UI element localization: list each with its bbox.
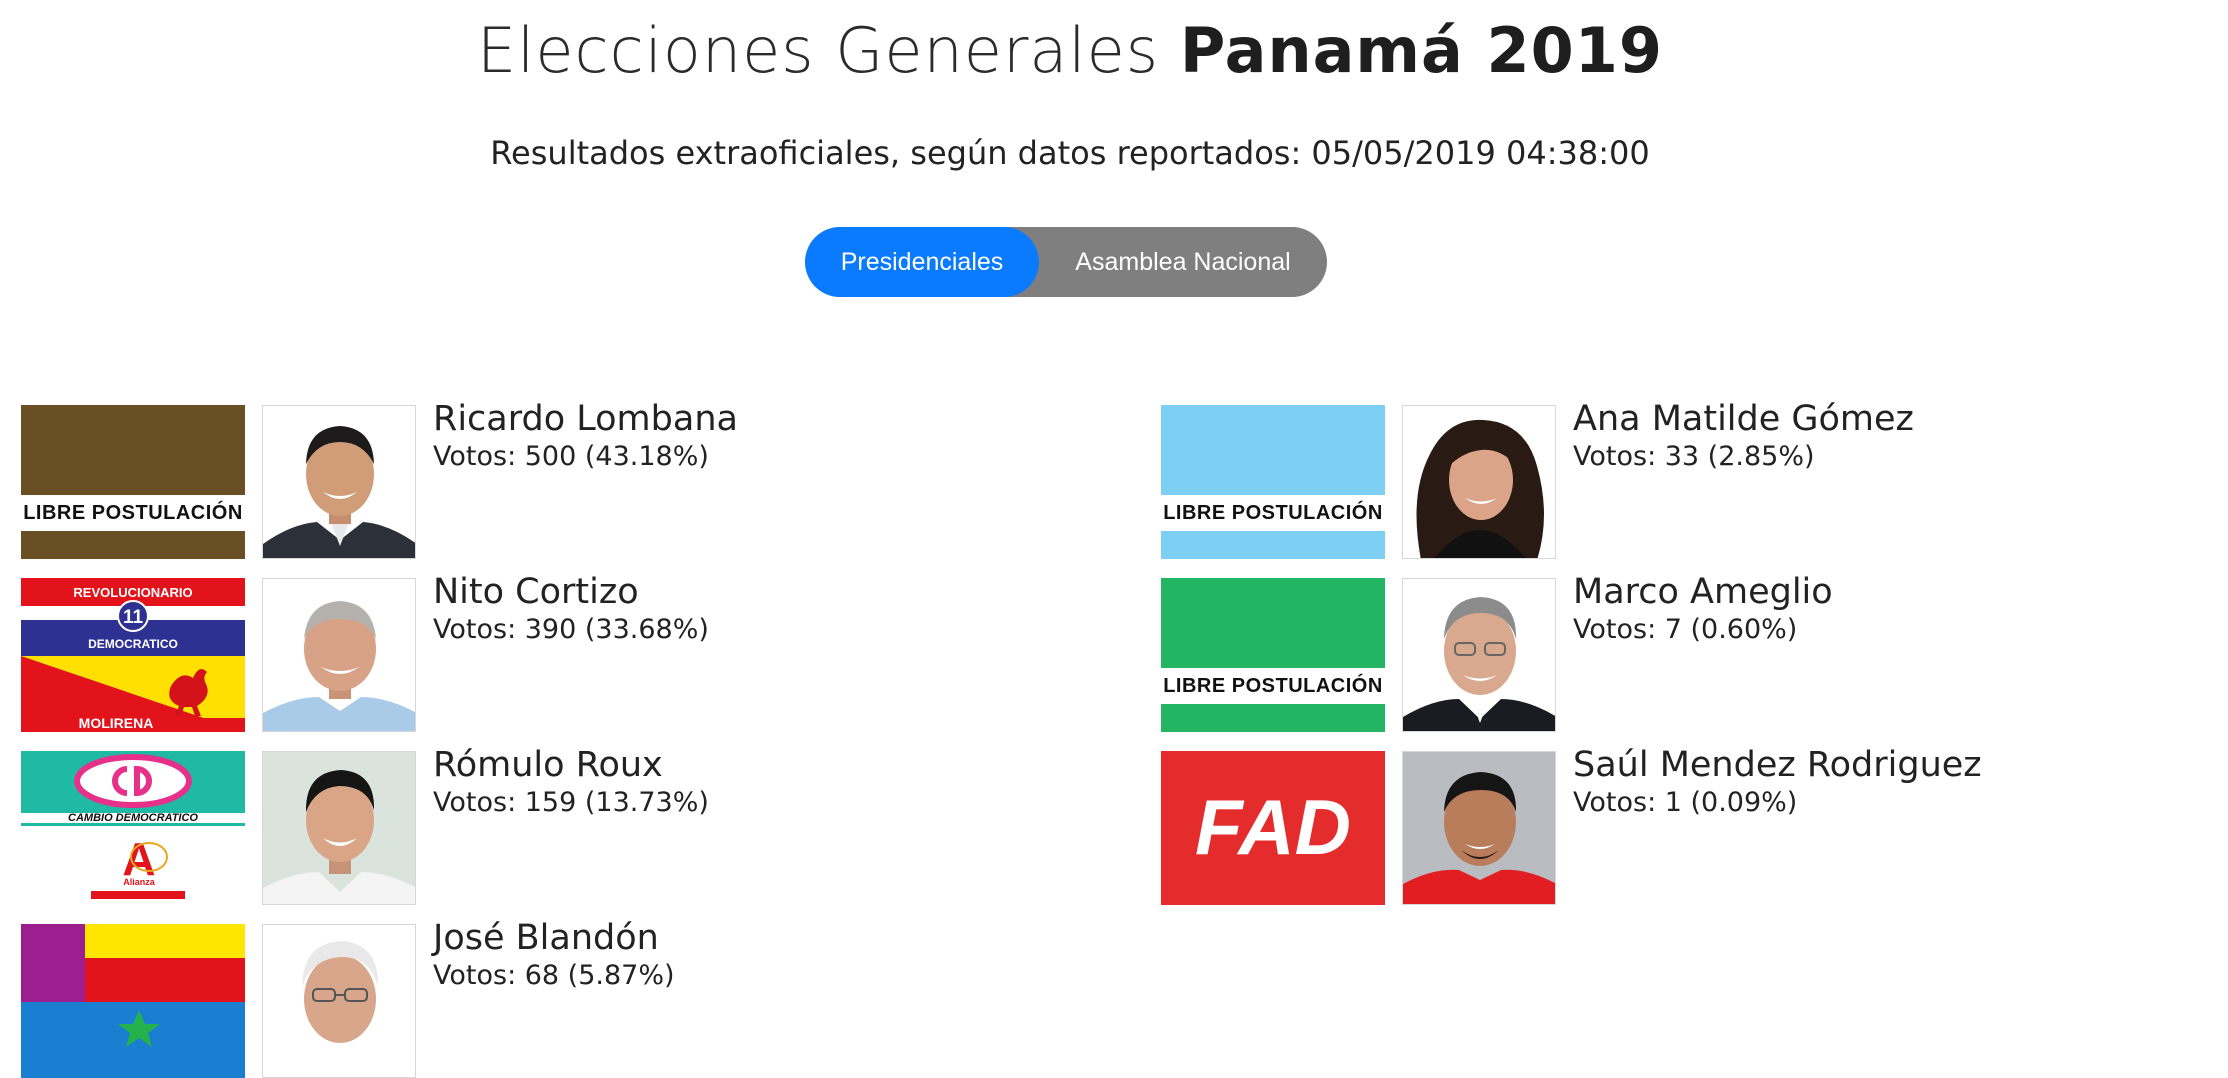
party-logo: FAD [1161, 751, 1385, 905]
party-logo-caption: CAMBIO DEMOCRATICO [68, 812, 198, 824]
party-logo-text: FAD [1195, 783, 1351, 871]
candidate-photo [262, 405, 416, 559]
candidate-votes: Votos: 390 (33.68%) [433, 614, 709, 645]
candidate-votes: Votos: 159 (13.73%) [433, 787, 709, 818]
party-logo: LIBRE POSTULACIÓN [1161, 405, 1385, 559]
candidate-photo [1402, 751, 1556, 905]
tab-asamblea-nacional[interactable]: Asamblea Nacional [1039, 227, 1327, 297]
party-logo: LIBRE POSTULACIÓN [21, 405, 245, 559]
candidate-votes: Votos: 33 (2.85%) [1573, 441, 1815, 472]
candidate-name: Ana Matilde Gómez [1573, 399, 1914, 439]
party-logo-mid-text: DEMOCRATICO [88, 637, 178, 651]
party-logo [21, 924, 245, 1078]
party-logo-bottom-text: MOLIRENA [79, 715, 154, 731]
party-logo: LIBRE POSTULACIÓN [1161, 578, 1385, 732]
candidate-name: Ricardo Lombana [433, 399, 738, 439]
party-logo: CAMBIO DEMOCRATICO A Alianza [21, 751, 245, 905]
page-title: Elecciones Generales Panamá 2019 [0, 14, 2140, 87]
candidate-votes: Votos: 7 (0.60%) [1573, 614, 1798, 645]
party-logo-label: LIBRE POSTULACIÓN [1161, 495, 1385, 531]
party-logo-label: LIBRE POSTULACIÓN [1161, 668, 1385, 704]
candidate-photo [262, 924, 416, 1078]
title-light: Elecciones Generales [476, 14, 1160, 87]
candidate-photo [1402, 578, 1556, 732]
candidate-votes: Votos: 1 (0.09%) [1573, 787, 1798, 818]
party-logo: REVOLUCIONARIO 11 DEMOCRATICO MOLIRENA [21, 578, 245, 732]
party-logo-alianza: Alianza [123, 877, 156, 887]
candidate-name: Rómulo Roux [433, 745, 663, 785]
candidate-photo [262, 751, 416, 905]
title-bold: Panamá 2019 [1179, 14, 1664, 87]
party-logo-number: 11 [123, 607, 144, 628]
candidate-name: Marco Ameglio [1573, 572, 1833, 612]
party-logo-top-text: REVOLUCIONARIO [73, 585, 192, 600]
party-logo-label: LIBRE POSTULACIÓN [21, 495, 245, 531]
candidate-votes: Votos: 500 (43.18%) [433, 441, 709, 472]
candidate-photo [1402, 405, 1556, 559]
candidate-name: Nito Cortizo [433, 572, 639, 612]
results-subtitle: Resultados extraoficiales, según datos r… [490, 134, 1650, 172]
candidate-name: José Blandón [433, 918, 659, 958]
candidate-photo [262, 578, 416, 732]
election-type-toggle: Asamblea Nacional Presidenciales [805, 227, 1327, 297]
tab-presidenciales[interactable]: Presidenciales [805, 227, 1039, 297]
candidate-name: Saúl Mendez Rodriguez [1573, 745, 1982, 785]
candidate-votes: Votos: 68 (5.87%) [433, 960, 675, 991]
